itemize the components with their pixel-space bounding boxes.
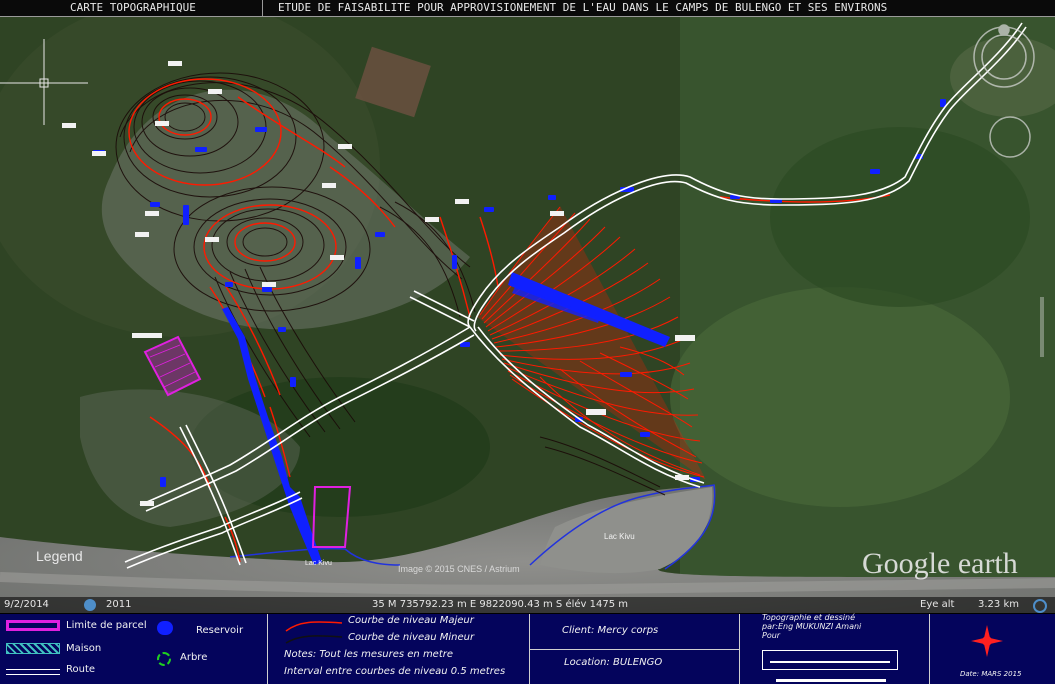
location-text: Location: BULENGO <box>564 657 663 668</box>
tree-label: Arbre <box>180 652 208 663</box>
author-block: Topographie et dessiné par:Eng MUKUNZI A… <box>740 613 930 684</box>
lake-label-east: Lac Kivu <box>604 532 635 541</box>
minor-contour-label: Courbe de niveau Mineur <box>348 632 475 643</box>
client-text: Client: Mercy corps <box>562 625 659 636</box>
lake-label-west: Lac Kivu <box>305 560 332 567</box>
contour-legend: Courbe de niveau Majeur Courbe de niveau… <box>268 614 530 684</box>
terrain-forest-patch <box>770 127 1030 307</box>
legend-panel: Limite de parcel Maison Route Reservoir … <box>0 613 1055 684</box>
major-contour-label: Courbe de niveau Majeur <box>348 615 474 626</box>
north-arrow-icon <box>971 625 1003 657</box>
eye-altitude-label: Eye alt <box>920 599 955 610</box>
topographer-line-3: Pour <box>762 631 781 640</box>
parcel-limit-label: Limite de parcel <box>66 620 147 631</box>
topographer-line-1: Topographie et dessiné <box>762 613 856 622</box>
topographer-line-2: par:Eng MUKUNZI Amani <box>762 622 862 631</box>
scale-bar-frame <box>762 650 898 670</box>
imagery-date: 9/2/2014 <box>4 599 49 610</box>
cursor-coordinates: 35 M 735792.23 m E 9822090.43 m S élév 1… <box>372 599 628 610</box>
imagery-credit: Image © 2015 CNES / Astrium <box>398 564 520 574</box>
scale-bar-base <box>776 679 886 682</box>
title-divider <box>262 0 263 16</box>
symbol-legend: Limite de parcel Maison Route Reservoir … <box>0 614 268 684</box>
route-label: Route <box>66 664 96 675</box>
notes-text: Notes: Tout les mesures en metre <box>284 649 454 660</box>
legend-heading: Legend <box>36 548 83 564</box>
earth-status-bar: 9/2/2014 2011 35 M 735792.23 m E 9822090… <box>0 597 1055 613</box>
tree-icon <box>157 652 171 666</box>
major-contour-icon <box>285 621 343 644</box>
map-type-title: CARTE TOPOGRAPHIQUE <box>70 1 196 14</box>
satellite-map-view[interactable]: Legend Lac Kivu Lac Kivu Image © 2015 CN… <box>0 17 1055 613</box>
north-date-block: Date: MARS 2015 <box>930 614 1055 684</box>
reservoir-icon <box>157 621 173 635</box>
house-label: Maison <box>66 643 102 654</box>
project-title: ETUDE DE FAISABILITE POUR APPROVISIONEME… <box>278 1 888 14</box>
reservoir-label: Reservoir <box>196 625 244 636</box>
house-icon <box>6 643 60 654</box>
history-globe-icon[interactable] <box>84 599 96 611</box>
terrain-field-patch <box>670 287 1010 507</box>
history-year: 2011 <box>106 599 132 610</box>
route-icon <box>6 669 60 675</box>
scale-bar <box>770 661 890 663</box>
title-bar: CARTE TOPOGRAPHIQUE ETUDE DE FAISABILITE… <box>0 0 1055 17</box>
topographic-map-sheet: CARTE TOPOGRAPHIQUE ETUDE DE FAISABILITE… <box>0 0 1055 684</box>
parcel-limit-icon <box>6 620 60 631</box>
google-earth-watermark: Google earth <box>862 547 1018 580</box>
contour-interval-text: Interval entre courbes de niveau 0.5 met… <box>284 666 506 677</box>
date-text: Date: MARS 2015 <box>960 670 1022 678</box>
eye-altitude-value: 3.23 km <box>978 599 1019 610</box>
zoom-slider[interactable] <box>1040 297 1044 357</box>
project-info: Client: Mercy corps Location: BULENGO <box>530 614 740 684</box>
streaming-indicator-icon <box>1033 599 1047 613</box>
